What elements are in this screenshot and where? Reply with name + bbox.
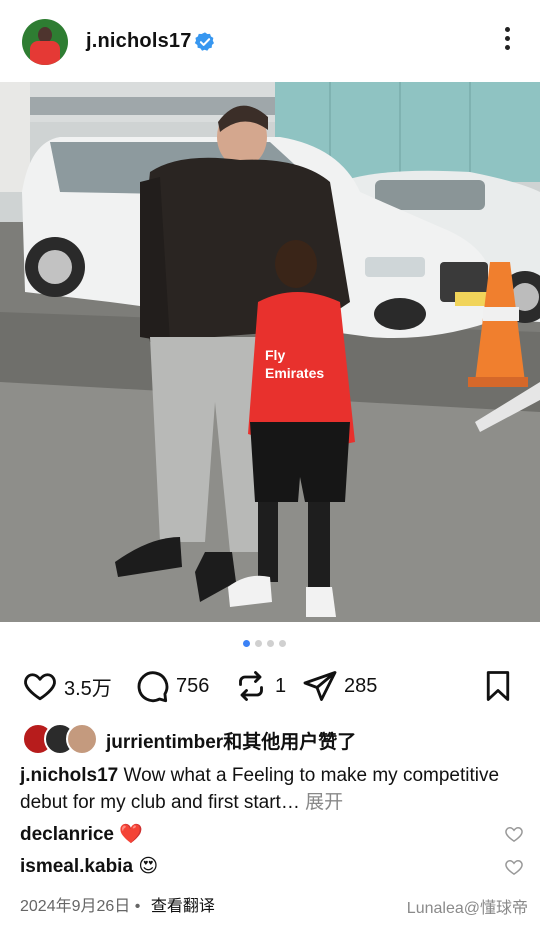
comment-count: 756 bbox=[176, 674, 210, 697]
photo-illustration: Fly Emirates bbox=[0, 82, 540, 622]
comment-row: declanrice ❤️ bbox=[20, 822, 523, 850]
like-button[interactable]: 3.5万 bbox=[22, 668, 112, 704]
post-username[interactable]: j.nichols17 bbox=[86, 30, 192, 53]
caption-username[interactable]: j.nichols17 bbox=[20, 765, 118, 786]
comment-text: 😍 bbox=[138, 856, 159, 877]
expand-caption-link[interactable]: 展开 bbox=[305, 792, 343, 813]
comment-username[interactable]: declanrice bbox=[20, 824, 114, 845]
liked-by-text: jurrientimber和其他用户赞了 bbox=[106, 732, 357, 753]
carousel-dot bbox=[267, 640, 274, 647]
post-date: 2024年9月26日 bbox=[20, 898, 131, 915]
post-caption: j.nichols17 Wow what a Feeling to make m… bbox=[20, 762, 520, 816]
svg-text:Fly: Fly bbox=[265, 347, 285, 363]
watermark: Lunalea@懂球帝 bbox=[406, 900, 528, 917]
carousel-dot bbox=[243, 640, 250, 647]
share-count: 285 bbox=[344, 674, 378, 697]
repost-count: 1 bbox=[275, 674, 287, 697]
post-footer: 2024年9月26日 • 查看翻译 bbox=[20, 892, 215, 916]
like-count: 3.5万 bbox=[64, 677, 112, 700]
footer-separator: • bbox=[134, 898, 141, 915]
see-translation-link[interactable]: 查看翻译 bbox=[151, 898, 215, 915]
comment-text: ❤️ bbox=[119, 824, 143, 845]
save-button[interactable] bbox=[480, 668, 516, 704]
liked-by-row[interactable]: jurrientimber和其他用户赞了 bbox=[22, 723, 522, 755]
comment-username[interactable]: ismeal.kabia bbox=[20, 856, 133, 877]
comment-row: ismeal.kabia 😍 bbox=[20, 855, 523, 883]
share-button[interactable]: 285 bbox=[302, 668, 377, 704]
repost-button[interactable]: 1 bbox=[233, 668, 286, 704]
carousel-dot bbox=[279, 640, 286, 647]
send-icon bbox=[303, 671, 337, 701]
heart-icon bbox=[24, 673, 56, 701]
comment-like-icon[interactable] bbox=[504, 824, 524, 844]
action-bar: 3.5万 756 1 285 bbox=[0, 664, 540, 708]
more-vertical-icon[interactable] bbox=[500, 27, 514, 57]
carousel-indicator bbox=[243, 640, 286, 648]
carousel-dot bbox=[255, 640, 262, 647]
repost-icon bbox=[239, 671, 263, 701]
svg-text:Emirates: Emirates bbox=[265, 365, 324, 381]
comment-bubble-icon bbox=[137, 671, 169, 703]
bookmark-icon bbox=[486, 671, 510, 701]
verified-badge-icon bbox=[194, 32, 214, 51]
post-header: j.nichols17 bbox=[0, 0, 540, 82]
profile-avatar[interactable] bbox=[22, 19, 68, 65]
post-photo[interactable]: Fly Emirates bbox=[0, 82, 540, 622]
liker-avatar bbox=[66, 723, 98, 755]
comment-button[interactable]: 756 bbox=[134, 668, 209, 704]
comment-like-icon[interactable] bbox=[504, 857, 524, 877]
